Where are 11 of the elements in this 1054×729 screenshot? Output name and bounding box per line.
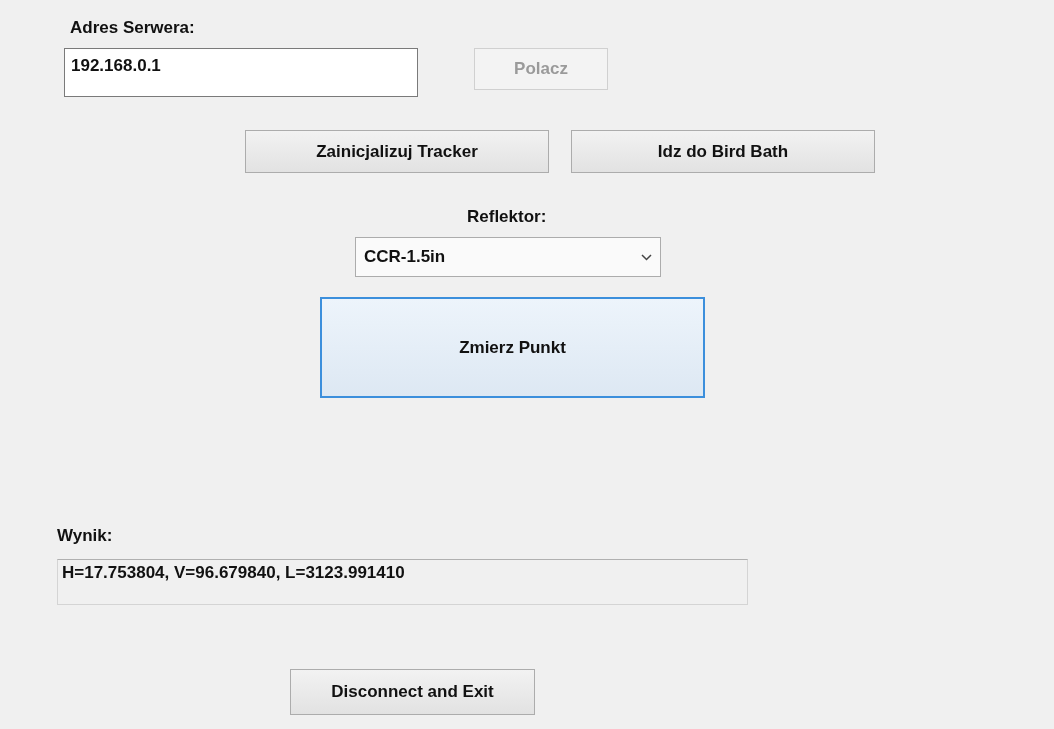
reflector-label: Reflektor: [467,207,547,227]
server-address-field[interactable]: 192.168.0.1 [64,48,418,97]
tracker-button[interactable]: Idz do Bird Bath [571,130,875,173]
measure-point-button[interactable]: Zmierz Punkt [320,297,705,398]
server-address-label: Adres Serwera: [70,18,195,38]
result-label: Wynik: [57,526,113,546]
tracker-button[interactable]: Zainicjalizuj Tracker [245,130,549,173]
chevron-down-icon [641,253,652,261]
disconnect-exit-button[interactable]: Disconnect and Exit [290,669,535,715]
reflector-dropdown[interactable]: CCR-1.5in [355,237,661,277]
result-field: H=17.753804, V=96.679840, L=3123.991410 [57,559,748,605]
